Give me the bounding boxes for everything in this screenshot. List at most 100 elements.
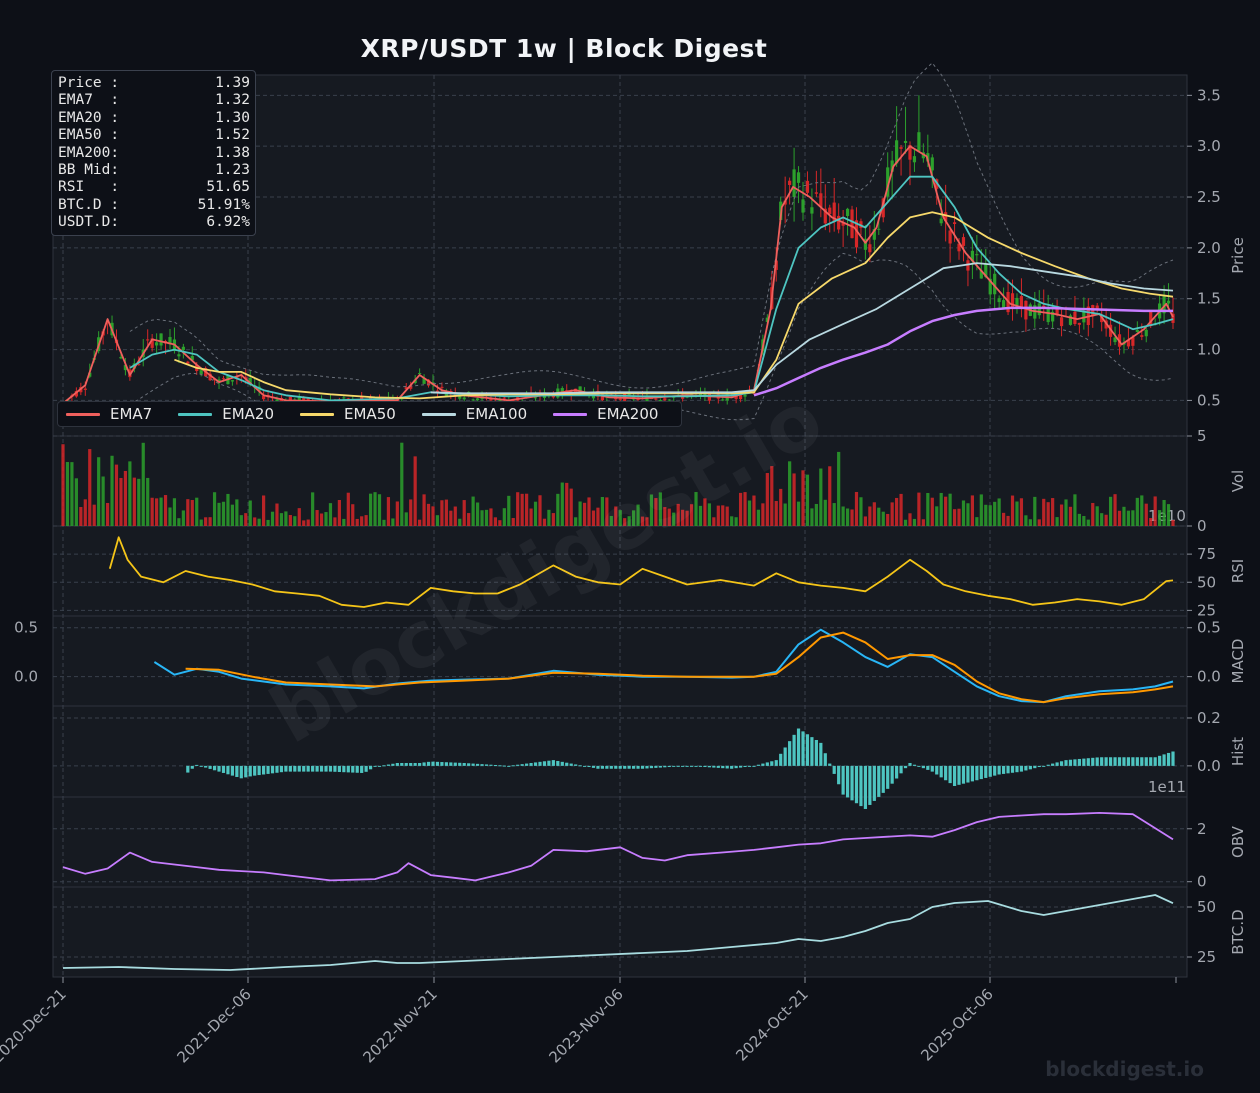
hist-bar — [881, 765, 885, 793]
hist-bar — [560, 761, 564, 766]
info-value: 1.30 — [215, 109, 250, 126]
hist-bar — [293, 765, 297, 772]
volume-bar — [1122, 506, 1126, 526]
hist-bar — [600, 765, 604, 769]
hist-bar — [1028, 765, 1032, 770]
volume-bar — [841, 506, 845, 526]
hist-bar — [444, 762, 448, 766]
hist-bar — [351, 765, 355, 773]
info-value: 1.39 — [215, 75, 250, 91]
volume-bar — [823, 499, 827, 526]
volume-bar — [1024, 515, 1028, 526]
volume-bar — [761, 503, 765, 526]
volume-bar — [319, 513, 324, 526]
volume-bar — [70, 462, 74, 526]
hist-bar — [288, 765, 292, 772]
hist-bar — [654, 765, 658, 768]
volume-bar — [155, 498, 159, 526]
volume-bar — [997, 498, 1001, 526]
volume-bar — [935, 506, 939, 526]
volume-bar — [132, 477, 136, 526]
hist-bar — [698, 765, 703, 767]
candle-body — [418, 373, 422, 375]
volume-bar — [1153, 496, 1157, 526]
hist-bar — [649, 765, 654, 769]
volume-bar — [493, 517, 498, 526]
y-tick-label: 75 — [1197, 545, 1216, 563]
volume-bar — [814, 503, 818, 526]
hist-bar — [284, 765, 288, 772]
hist-bar — [355, 765, 359, 773]
volume-bar — [181, 510, 185, 526]
x-tick-label: 2024-Oct-21 — [732, 985, 812, 1065]
hist-bar — [368, 765, 373, 770]
volume-bar — [1117, 510, 1122, 526]
legend-swatch — [66, 412, 100, 416]
volume-bar — [1042, 498, 1046, 526]
hist-bar — [547, 760, 551, 766]
hist-bar — [569, 763, 573, 766]
volume-bar — [868, 506, 872, 526]
axis-multiplier: 1e11 — [1148, 778, 1186, 796]
hist-bar — [1055, 762, 1059, 766]
volume-bar — [944, 496, 948, 526]
volume-bar — [262, 495, 266, 526]
hist-bar — [315, 765, 319, 772]
volume-bar — [346, 492, 350, 526]
hist-bar — [1068, 759, 1073, 766]
volume-bar — [404, 512, 408, 526]
hist-bar — [984, 765, 988, 778]
candle-body — [952, 222, 957, 224]
hist-bar — [1166, 752, 1171, 766]
volume-bar — [471, 496, 475, 526]
volume-bar — [511, 518, 515, 526]
candle-body — [1024, 300, 1028, 320]
candle-body — [663, 398, 667, 401]
volume-bar — [199, 519, 203, 526]
hist-bar — [707, 765, 711, 768]
legend-item: EMA100 — [421, 405, 528, 423]
hist-bar — [1104, 757, 1108, 766]
volume-bar — [88, 449, 92, 526]
legend-item: EMA200 — [553, 405, 658, 423]
volume-bar — [801, 470, 805, 526]
hist-bar — [828, 763, 832, 766]
x-tick-label: 2020-Dec-21 — [0, 985, 70, 1066]
candle-body — [828, 207, 832, 214]
candle-body — [1135, 329, 1139, 333]
y-tick-label: 2.0 — [1197, 239, 1221, 257]
volume-bar — [458, 518, 462, 526]
candle-body — [1166, 300, 1171, 304]
volume-bar — [137, 478, 141, 526]
hist-bar — [850, 765, 854, 801]
hist-bar — [333, 765, 337, 772]
hist-bar — [658, 765, 662, 768]
volume-bar — [1028, 519, 1032, 526]
hist-bar — [1046, 764, 1050, 766]
y-tick-label: 50 — [1197, 573, 1216, 591]
candle-body — [230, 380, 234, 382]
volume-bar — [502, 508, 506, 526]
volume-bar — [734, 517, 738, 526]
hist-bar — [957, 765, 961, 785]
volume-bar — [1166, 504, 1171, 526]
legend-label: EMA100 — [465, 405, 528, 423]
info-row: EMA50 : 1.52 — [58, 127, 250, 144]
volume-bar — [105, 502, 110, 526]
volume-bar — [248, 500, 252, 526]
hist-bar — [507, 765, 511, 767]
hist-bar — [1100, 757, 1104, 766]
hist-bar — [939, 765, 943, 778]
candle-body — [462, 397, 466, 400]
hist-bar — [302, 765, 306, 772]
legend-item: EMA50 — [300, 405, 396, 423]
volume-bar — [324, 512, 328, 526]
volume-bar — [1059, 504, 1064, 526]
hist-bar — [587, 765, 591, 768]
volume-bar — [796, 501, 801, 526]
hist-bar — [681, 765, 685, 767]
y-axis-label: BTC.D — [1229, 909, 1247, 954]
hist-bar — [1162, 754, 1166, 766]
volume-bar — [61, 444, 65, 526]
candle-body — [221, 378, 226, 380]
